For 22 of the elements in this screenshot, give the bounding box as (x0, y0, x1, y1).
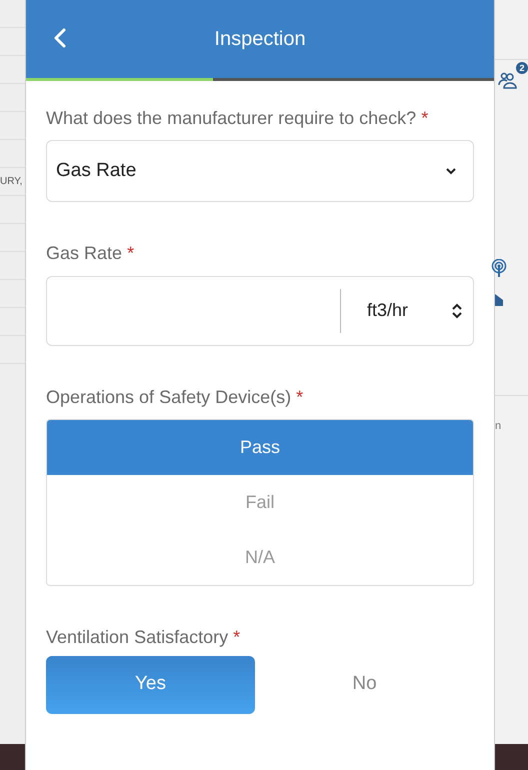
bottom-bar (0, 744, 25, 770)
unit-select[interactable]: ft3/hr (341, 276, 474, 346)
field-label: What does the manufacturer require to check? (46, 108, 416, 128)
chevron-down-icon (445, 167, 457, 176)
required-asterisk: * (296, 386, 304, 407)
field-label: Gas Rate (46, 243, 122, 264)
bottom-bar (495, 744, 528, 770)
background-text: n (495, 419, 502, 434)
page-title: Inspection (213, 27, 307, 52)
select-field[interactable]: Gas Rate (46, 140, 474, 202)
background-text: URY, (0, 175, 22, 189)
notification-badge: 2 (516, 62, 528, 74)
toggle-button[interactable]: Yes (46, 656, 255, 714)
field-label: Ventilation Satisfactory (46, 627, 228, 648)
up-down-icon (451, 302, 463, 320)
required-asterisk: * (421, 108, 428, 128)
required-asterisk: * (127, 243, 134, 264)
required-asterisk: * (233, 627, 240, 648)
option-item[interactable]: Pass (47, 420, 473, 476)
field-label: Operations of Safety Device(s) (46, 386, 292, 407)
broadcast-icon[interactable] (491, 256, 507, 274)
number-input-field[interactable] (46, 276, 340, 346)
